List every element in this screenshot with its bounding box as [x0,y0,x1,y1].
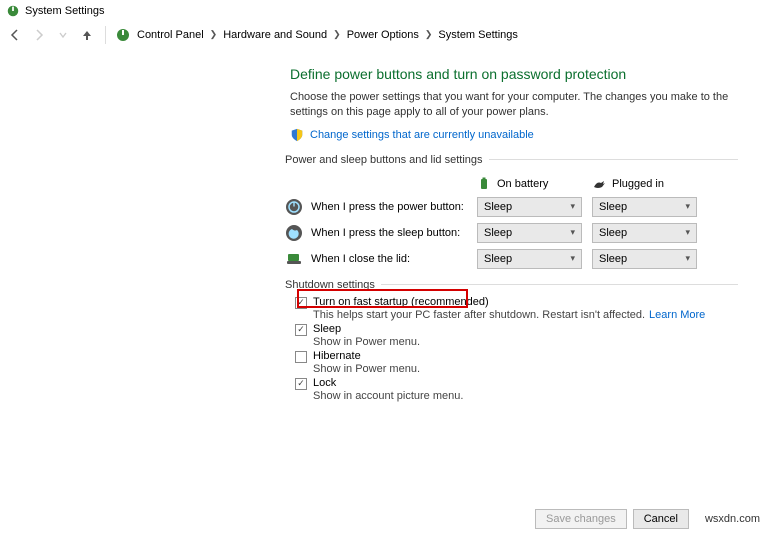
row-label-text: When I press the sleep button: [311,227,460,239]
hibernate-desc: Show in Power menu. [313,363,420,375]
recent-dropdown[interactable] [54,26,72,44]
sleep-checkbox[interactable] [295,324,307,336]
row-label-text: When I press the power button: [311,201,464,213]
lid-plugged-dropdown[interactable]: Sleep▾ [592,249,697,269]
fast-startup-desc: This helps start your PC faster after sh… [313,309,645,321]
chevron-right-icon: ❯ [333,29,341,40]
navbar: Control Panel ❯ Hardware and Sound ❯ Pow… [0,22,768,48]
sleep-label: Sleep [313,323,420,335]
forward-button[interactable] [30,26,48,44]
power-button-battery-dropdown[interactable]: Sleep▾ [477,197,582,217]
chevron-down-icon: ▾ [685,201,690,212]
titlebar: System Settings [0,0,768,22]
sleep-item: Sleep Show in Power menu. [285,323,738,348]
bc-control-panel[interactable]: Control Panel [137,29,204,41]
back-button[interactable] [6,26,24,44]
content-area: Define power buttons and turn on passwor… [0,48,768,404]
col-plugged-in: Plugged in [592,177,697,191]
group-legend: Power and sleep buttons and lid settings [285,154,489,166]
shutdown-settings-group: Shutdown settings Turn on fast startup (… [285,279,738,404]
hibernate-label: Hibernate [313,350,420,362]
category-icon [115,27,131,43]
power-options-icon [6,4,20,18]
chevron-right-icon: ❯ [425,29,433,40]
row-label-text: When I close the lid: [311,253,410,265]
lid-battery-dropdown[interactable]: Sleep▾ [477,249,582,269]
up-button[interactable] [78,26,96,44]
change-settings-row: Change settings that are currently unava… [290,128,738,142]
hibernate-checkbox[interactable] [295,351,307,363]
plug-icon [592,177,606,191]
fast-startup-item: Turn on fast startup (recommended) This … [285,296,738,321]
laptop-lid-icon [285,250,303,268]
bc-system-settings[interactable]: System Settings [438,29,517,41]
cancel-button[interactable]: Cancel [633,509,689,529]
sleep-button-battery-dropdown[interactable]: Sleep▾ [477,223,582,243]
change-settings-link[interactable]: Change settings that are currently unava… [310,129,534,141]
sleep-button-plugged-dropdown[interactable]: Sleep▾ [592,223,697,243]
lock-label: Lock [313,377,463,389]
fast-startup-checkbox[interactable] [295,297,307,309]
power-button-icon [285,198,303,216]
chevron-down-icon: ▾ [685,253,690,264]
window-title: System Settings [25,5,104,17]
chevron-down-icon: ▾ [570,227,575,238]
lock-desc: Show in account picture menu. [313,390,463,402]
uac-shield-icon [290,128,304,142]
chevron-down-icon: ▾ [570,201,575,212]
breadcrumb: Control Panel ❯ Hardware and Sound ❯ Pow… [137,29,518,41]
power-button-plugged-dropdown[interactable]: Sleep▾ [592,197,697,217]
chevron-right-icon: ❯ [210,29,218,40]
hibernate-item: Hibernate Show in Power menu. [285,350,738,375]
col-battery-label: On battery [497,178,548,190]
watermark-text: wsxdn.com [705,513,760,525]
col-plugged-label: Plugged in [612,178,664,190]
sleep-desc: Show in Power menu. [313,336,420,348]
footer: Save changes Cancel wsxdn.com [535,509,760,529]
lock-item: Lock Show in account picture menu. [285,377,738,402]
group-legend: Shutdown settings [285,279,381,291]
save-changes-button[interactable]: Save changes [535,509,627,529]
lock-checkbox[interactable] [295,378,307,390]
power-sleep-group: Power and sleep buttons and lid settings… [285,154,738,269]
row-power-button: When I press the power button: [285,198,467,216]
fast-startup-label: Turn on fast startup (recommended) [313,296,705,308]
bc-hardware-sound[interactable]: Hardware and Sound [223,29,327,41]
chevron-down-icon: ▾ [685,227,690,238]
col-on-battery: On battery [477,177,582,191]
chevron-down-icon: ▾ [570,253,575,264]
page-description: Choose the power settings that you want … [290,90,730,120]
row-sleep-button: When I press the sleep button: [285,224,467,242]
learn-more-link[interactable]: Learn More [649,309,705,321]
page-heading: Define power buttons and turn on passwor… [290,66,738,82]
row-lid-close: When I close the lid: [285,250,467,268]
bc-power-options[interactable]: Power Options [347,29,419,41]
sleep-button-icon [285,224,303,242]
nav-separator [105,26,106,44]
battery-icon [477,177,491,191]
